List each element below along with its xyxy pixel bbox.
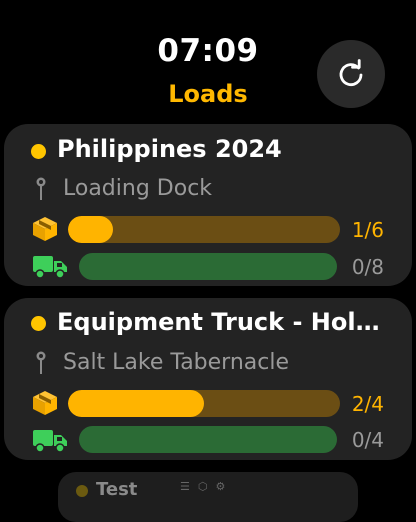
list-icon: ☰ <box>180 480 198 493</box>
load-card[interactable]: Philippines 2024 Loading Dock 1/6 0/8 <box>4 124 412 286</box>
load-name: Equipment Truck - Hol… <box>57 308 380 336</box>
truck-progress-bar <box>79 253 337 280</box>
truck-count: 0/4 <box>351 428 384 452</box>
refresh-icon <box>339 59 363 87</box>
box-icon: ⬡ <box>197 480 216 493</box>
status-dot <box>31 144 46 159</box>
load-location: Salt Lake Tabernacle <box>63 350 290 375</box>
box-count: 1/6 <box>351 218 384 242</box>
status-dot <box>76 485 88 497</box>
truck-icon <box>33 256 67 279</box>
load-name: Test <box>96 479 138 500</box>
status-dot <box>31 316 46 331</box>
load-name: Philippines 2024 <box>57 135 282 163</box>
box-progress-bar <box>68 390 340 417</box>
gear-icon: ⚙ <box>215 480 234 493</box>
truck-icon <box>33 430 67 453</box>
load-card[interactable]: Equipment Truck - Hol… Salt Lake Taberna… <box>4 298 412 460</box>
pin-icon <box>36 177 46 200</box>
refresh-button[interactable] <box>317 40 385 108</box>
load-location: Loading Dock <box>63 176 213 201</box>
box-progress-fill <box>68 390 204 417</box>
box-icon <box>33 391 57 415</box>
box-icon <box>33 217 57 241</box>
truck-count: 0/8 <box>351 255 384 279</box>
pin-icon <box>36 351 46 374</box>
box-progress-bar <box>68 216 340 243</box>
load-card[interactable]: Test ☰⬡⚙ <box>58 472 358 522</box>
truck-progress-bar <box>79 426 337 453</box>
mini-icons: ☰⬡⚙ <box>180 480 233 493</box>
box-count: 2/4 <box>351 392 384 416</box>
box-progress-fill <box>68 216 114 243</box>
